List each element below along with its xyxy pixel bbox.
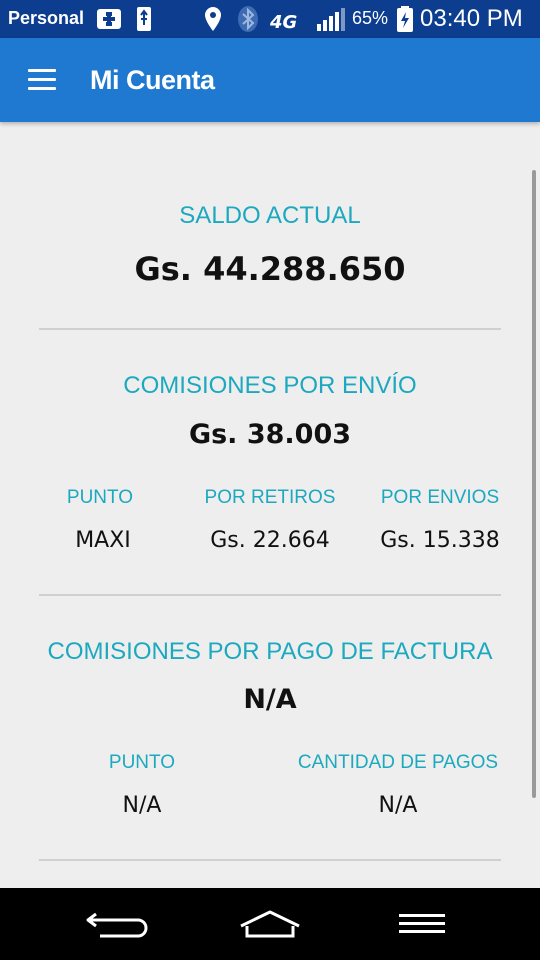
account-summary: SALDO ACTUAL Gs. 44.288.650 COMISIONES P… [0,122,540,888]
clock-time: 03:40 PM [420,5,523,32]
comisiones-factura-label: COMISIONES POR PAGO DE FACTURA [47,638,493,665]
saldo-label: SALDO ACTUAL [179,202,361,229]
signal-icon [317,8,345,31]
envio-col-value-envios: Gs. 15.338 [380,528,500,553]
divider [39,594,501,596]
battery-percent: 65% [352,8,389,28]
bluetooth-icon [238,6,258,32]
back-icon[interactable] [74,900,164,948]
menu-icon[interactable] [377,900,467,948]
medical-cross-icon [97,9,121,29]
status-bar: Personal 4G 65% 03:40 PM [0,0,540,38]
comisiones-factura-value: N/A [243,684,297,715]
envio-col-header-punto: PUNTO [66,487,134,508]
factura-col-value-punto: N/A [122,793,162,818]
home-icon[interactable] [225,900,315,948]
navigation-bar [0,888,540,960]
usb-icon [137,7,151,31]
factura-col-value-cantidad: N/A [378,793,418,818]
envio-col-header-retiros: POR RETIROS [204,487,336,508]
carrier-name: Personal [8,8,85,28]
location-icon [205,7,221,31]
comisiones-envio-label: COMISIONES POR ENVÍO [123,372,417,399]
svg-text:4G: 4G [269,12,297,32]
factura-col-header-cantidad: CANTIDAD DE PAGOS [297,752,499,773]
scrollbar[interactable] [532,170,536,798]
envio-col-value-punto: MAXI [75,528,131,553]
saldo-value: Gs. 44.288.650 [134,250,406,288]
network-4g-icon: 4G [269,12,297,32]
divider [39,859,501,861]
envio-col-value-retiros: Gs. 22.664 [210,528,330,553]
page-title: Mi Cuenta [90,65,215,95]
divider [39,328,501,330]
comisiones-envio-value: Gs. 38.003 [188,419,352,450]
factura-col-header-punto: PUNTO [108,752,176,773]
app-bar: Mi Cuenta [0,38,540,122]
hamburger-menu-icon[interactable] [20,60,64,100]
envio-col-header-envios: POR ENVIOS [380,487,500,508]
battery-charging-icon [397,6,413,32]
